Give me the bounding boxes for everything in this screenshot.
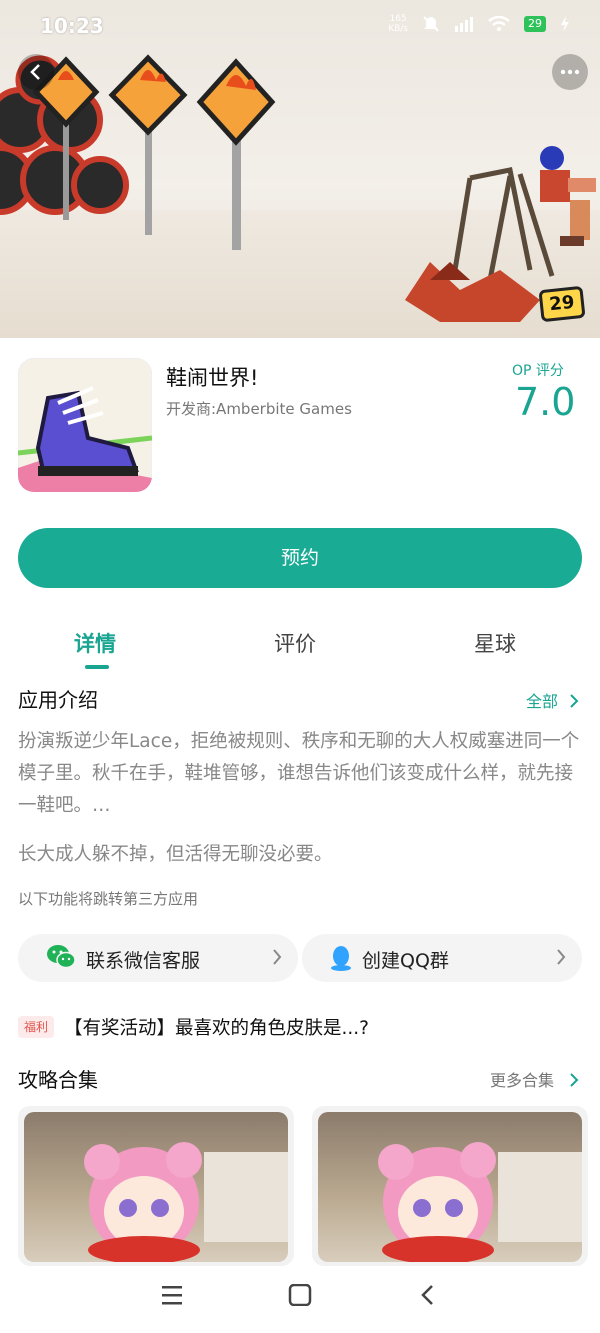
signal-icon bbox=[455, 17, 473, 32]
wifi-icon bbox=[488, 16, 510, 31]
system-nav-bar bbox=[0, 1266, 600, 1333]
network-speed-value: 165 bbox=[389, 14, 407, 24]
status-time: 10:23 bbox=[40, 14, 104, 38]
guide-card-image bbox=[24, 1112, 288, 1262]
mute-icon bbox=[423, 16, 439, 32]
chevron-left-icon bbox=[30, 64, 40, 80]
hero-banner: 10:23 165 KB/s 29 29 bbox=[0, 0, 600, 338]
home-icon[interactable] bbox=[288, 1284, 312, 1306]
more-collections-link[interactable]: 更多合集 bbox=[490, 1067, 579, 1091]
tab-reviews[interactable]: 评价 bbox=[274, 628, 316, 658]
guide-card[interactable] bbox=[312, 1106, 588, 1266]
guide-card-image bbox=[318, 1112, 582, 1262]
reserve-button[interactable]: 预约 bbox=[18, 528, 582, 588]
back-button[interactable] bbox=[18, 54, 54, 90]
charging-icon bbox=[561, 16, 569, 32]
app-tagline: 长大成人躲不掉，但活得无聊没必要。 bbox=[18, 844, 333, 865]
wechat-icon bbox=[47, 945, 76, 969]
intro-title: 应用介绍 bbox=[18, 688, 98, 712]
guide-card[interactable] bbox=[18, 1106, 294, 1266]
wechat-service-label: 联系微信客服 bbox=[86, 950, 201, 972]
app-icon bbox=[18, 358, 152, 492]
network-speed: 165 KB/s bbox=[388, 14, 408, 34]
rating-value: 7.0 bbox=[515, 380, 576, 424]
developer-name: 开发商:Amberbite Games bbox=[166, 400, 352, 418]
chevron-right-icon bbox=[570, 1073, 579, 1087]
more-options-button[interactable] bbox=[552, 54, 588, 90]
chevron-right-icon bbox=[273, 949, 282, 965]
tab-planet[interactable]: 星球 bbox=[474, 628, 516, 658]
create-qq-group-button[interactable]: 创建QQ群 bbox=[302, 934, 582, 982]
anime-character-illustration bbox=[84, 1142, 288, 1262]
shoe-icon bbox=[18, 386, 152, 492]
status-icons: 165 KB/s 29 bbox=[388, 14, 570, 34]
battery-indicator: 29 bbox=[524, 16, 546, 32]
rating-label: OP 评分 bbox=[512, 363, 564, 379]
guides-title: 攻略合集 bbox=[18, 1068, 98, 1092]
status-bar: 10:23 165 KB/s 29 bbox=[0, 0, 600, 52]
wechat-service-button[interactable]: 联系微信客服 bbox=[18, 934, 298, 982]
promo-link[interactable]: 【有奖活动】最喜欢的角色皮肤是...? bbox=[64, 1014, 369, 1040]
chevron-right-icon bbox=[570, 694, 579, 708]
app-description: 扮演叛逆少年Lace，拒绝被规则、秩序和无聊的大人权威塞进同一个模子里。秋千在手… bbox=[18, 731, 580, 816]
see-all-link[interactable]: 全部 bbox=[526, 688, 579, 712]
tab-bar: 详情 评价 星球 bbox=[0, 620, 600, 672]
create-qq-group-label: 创建QQ群 bbox=[362, 950, 449, 972]
menu-icon[interactable] bbox=[160, 1284, 184, 1306]
score-badge: 29 bbox=[538, 285, 586, 323]
more-dots-icon bbox=[560, 69, 580, 75]
anime-character-illustration bbox=[378, 1142, 582, 1262]
tab-details[interactable]: 详情 bbox=[74, 628, 116, 658]
network-speed-unit: KB/s bbox=[388, 24, 408, 34]
back-nav-icon[interactable] bbox=[418, 1284, 438, 1306]
chevron-right-icon bbox=[557, 949, 566, 965]
qq-icon bbox=[331, 946, 351, 971]
third-party-note: 以下功能将跳转第三方应用 bbox=[18, 890, 199, 908]
promo-tag: 福利 bbox=[18, 1016, 54, 1038]
tab-indicator bbox=[85, 665, 109, 669]
more-collections-label: 更多合集 bbox=[490, 1071, 555, 1090]
app-name: 鞋闹世界! bbox=[166, 366, 259, 390]
see-all-label: 全部 bbox=[526, 692, 559, 711]
